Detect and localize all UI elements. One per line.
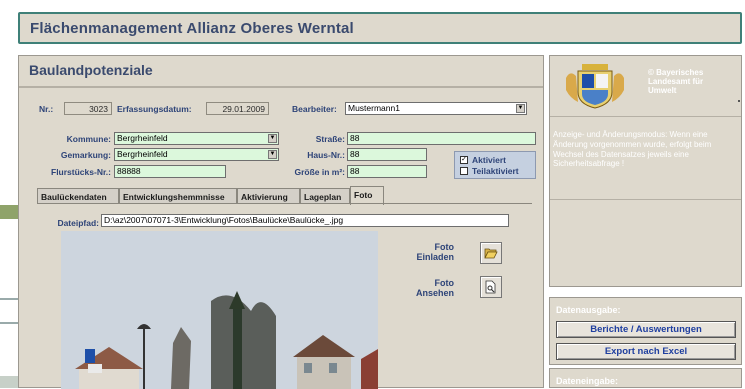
erfassungsdatum-value: 29.01.2009 [206, 102, 269, 115]
bavarian-coat-of-arms-logo [566, 64, 624, 109]
teilaktiviert-label: Teilaktiviert [472, 166, 519, 176]
tab-lageplan[interactable]: Lageplan [300, 188, 350, 204]
app-header: Flächenmanagement Allianz Oberes Werntal [18, 12, 742, 44]
erfassungsdatum-label: Erfassungsdatum: [117, 104, 192, 114]
foto-ansehen-button[interactable] [480, 276, 502, 298]
nr-value: 3023 [64, 102, 112, 115]
tab-entwicklungshemmnisse[interactable]: Entwicklungshemmnisse [119, 188, 237, 204]
strasse-label: Straße: [315, 134, 345, 144]
bearbeiter-label: Bearbeiter: [292, 104, 337, 114]
document-search-icon [485, 280, 496, 294]
tab-bauluecken[interactable]: Baulückendaten [37, 188, 119, 204]
export-excel-button[interactable]: Export nach Excel [556, 343, 736, 360]
divider [550, 199, 741, 200]
copyright-text: © Bayerisches Landesamt für Umwelt [648, 68, 704, 95]
aktiviert-label: Aktiviert [472, 155, 507, 165]
tab-aktivierung[interactable]: Aktivierung [237, 188, 300, 204]
dateneingabe-panel: Dateneingabe: [549, 368, 742, 388]
groesse-label: Größe in m²: [294, 167, 345, 177]
app-title: Flächenmanagement Allianz Oberes Werntal [30, 20, 354, 37]
strasse-input[interactable]: 88 [347, 132, 536, 145]
flurstueck-input[interactable]: 88888 [114, 165, 226, 178]
hausnr-label: Haus-Nr.: [307, 150, 345, 160]
flurstueck-label: Flurstücks-Nr.: [51, 167, 111, 177]
hausnr-input[interactable]: 88 [347, 148, 427, 161]
chevron-down-icon[interactable]: ▼ [516, 104, 525, 113]
main-form-panel: Baulandpotenziale Nr.: 3023 Erfassungsda… [18, 55, 544, 389]
section-title: Baulandpotenziale [29, 62, 153, 78]
foto-einladen-label: Foto Einladen [416, 242, 454, 262]
chevron-down-icon[interactable]: ▼ [268, 150, 277, 159]
logo-area: © Bayerisches Landesamt für Umwelt [550, 56, 741, 117]
gemarkung-label: Gemarkung: [60, 150, 111, 160]
datenausgabe-title: Datenausgabe: [556, 305, 621, 315]
background-line [0, 298, 18, 300]
foto-ansehen-label: Foto Ansehen [415, 278, 454, 298]
mode-info-text: Anzeige- und Änderungsmodus: Wenn eine Ä… [553, 130, 712, 169]
background-line [0, 322, 18, 324]
datenausgabe-panel: Datenausgabe: Berichte / Auswertungen Ex… [549, 297, 742, 365]
bearbeiter-select[interactable]: Mustermann1 ▼ [345, 102, 527, 115]
info-panel: © Bayerisches Landesamt für Umwelt Anzei… [549, 55, 742, 287]
dateipfad-label: Dateipfad: [57, 218, 99, 228]
kommune-value: Bergrheinfeld [117, 133, 168, 143]
photo-scene [61, 231, 378, 389]
dateneingabe-title: Dateneingabe: [556, 376, 619, 386]
divider [19, 86, 543, 88]
gemarkung-select[interactable]: Bergrheinfeld ▼ [114, 148, 279, 161]
decorative-dot [738, 100, 740, 102]
status-box: ✓ Aktiviert Teilaktiviert [454, 151, 536, 179]
dateipfad-input[interactable]: D:\az\2007\07071-3\Entwicklung\Fotos\Bau… [101, 214, 509, 227]
gemarkung-value: Bergrheinfeld [117, 149, 168, 159]
nr-label: Nr.: [39, 104, 54, 114]
bearbeiter-value: Mustermann1 [348, 103, 400, 113]
kommune-select[interactable]: Bergrheinfeld ▼ [114, 132, 279, 145]
building-photo [61, 231, 378, 389]
aktiviert-checkbox[interactable]: ✓ [460, 156, 468, 164]
background-accent [0, 205, 18, 219]
groesse-input[interactable]: 88 [347, 165, 427, 178]
folder-open-icon [484, 248, 498, 259]
kommune-label: Kommune: [66, 134, 111, 144]
berichte-auswertungen-button[interactable]: Berichte / Auswertungen [556, 321, 736, 338]
chevron-down-icon[interactable]: ▼ [268, 134, 277, 143]
background-accent [0, 376, 18, 388]
teilaktiviert-checkbox[interactable] [460, 167, 468, 175]
foto-einladen-button[interactable] [480, 242, 502, 264]
